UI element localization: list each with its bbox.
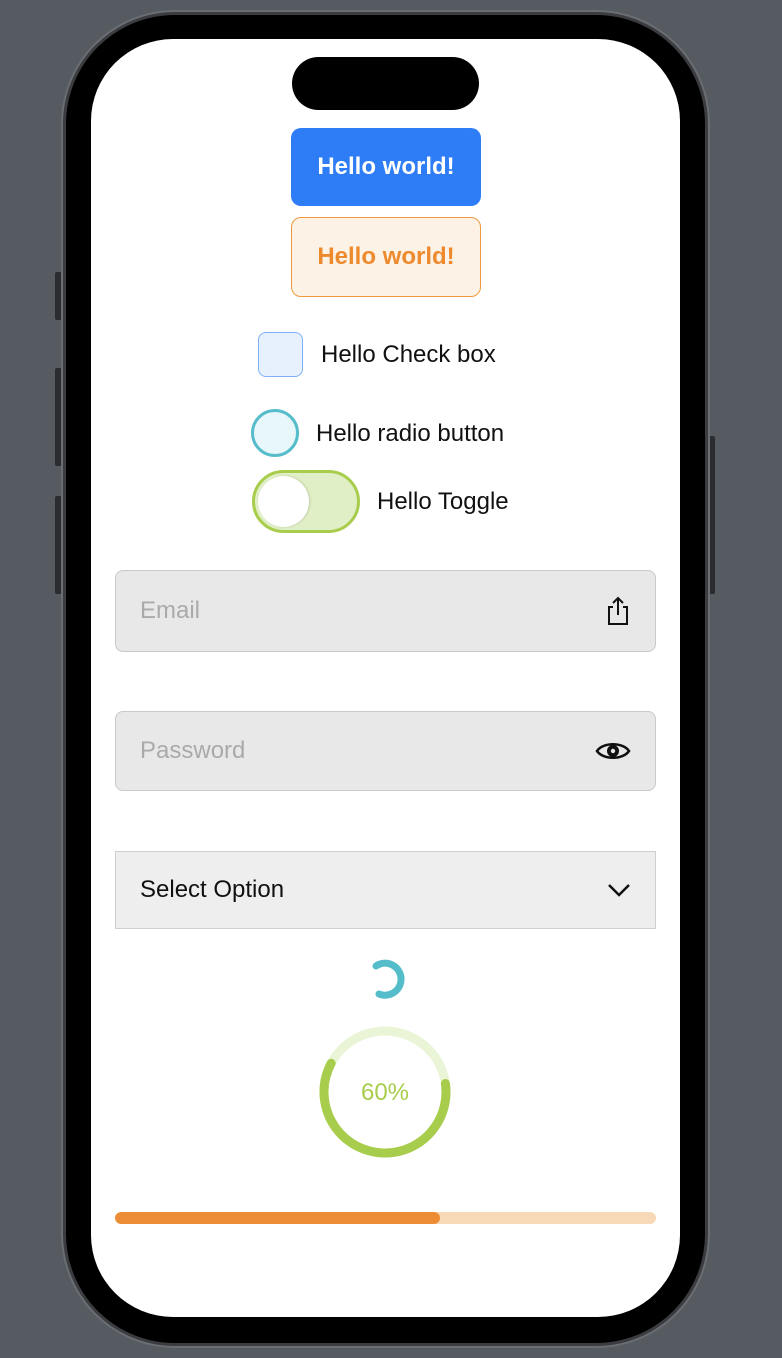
eye-icon[interactable] [595, 739, 631, 763]
select-value: Select Option [140, 876, 285, 903]
toggle-label: Hello Toggle [377, 488, 509, 515]
dynamic-island [292, 57, 479, 110]
radio-label: Hello radio button [316, 420, 505, 447]
screen: Hello world! Hello world! Hello Check bo… [91, 39, 680, 1317]
volume-down-button [55, 496, 63, 594]
radio-button[interactable] [251, 409, 299, 457]
checkbox-label: Hello Check box [321, 341, 496, 368]
secondary-button[interactable]: Hello world! [291, 217, 481, 297]
password-field[interactable]: Password [115, 711, 656, 791]
linear-progress-fill [115, 1212, 440, 1224]
select-dropdown[interactable]: Select Option [115, 851, 656, 929]
checkbox[interactable] [258, 332, 303, 377]
circular-progress-label: 60% [360, 1079, 410, 1106]
silent-switch [55, 272, 63, 320]
primary-button[interactable]: Hello world! [291, 128, 481, 206]
loading-spinner [372, 959, 405, 999]
share-icon[interactable] [605, 595, 631, 627]
password-placeholder: Password [140, 737, 246, 764]
chevron-down-icon [608, 884, 630, 897]
email-field[interactable]: Email [115, 570, 656, 652]
toggle-knob [258, 476, 309, 527]
linear-progress [115, 1212, 656, 1224]
volume-up-button [55, 368, 63, 466]
email-placeholder: Email [140, 597, 201, 624]
power-button [707, 436, 715, 594]
toggle[interactable] [252, 470, 360, 533]
